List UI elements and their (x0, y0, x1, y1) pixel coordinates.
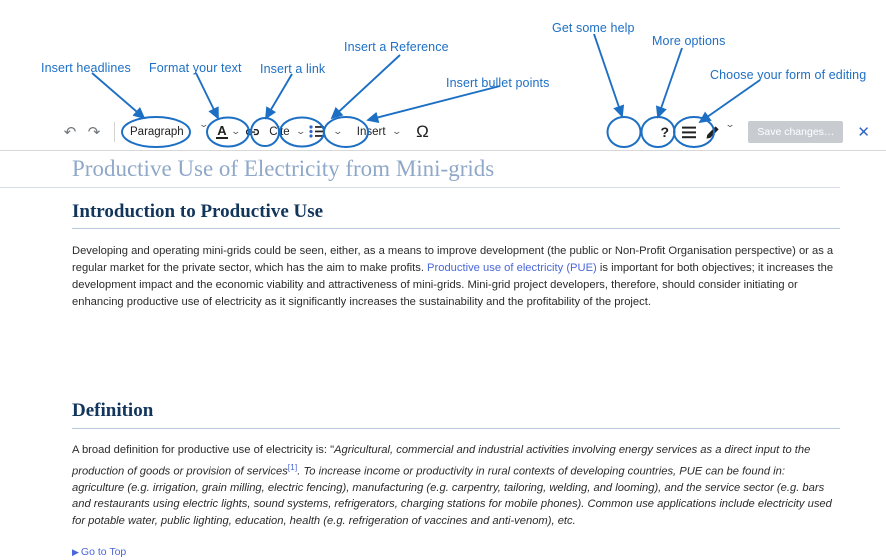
paragraph-introduction: Developing and operating mini-grids coul… (72, 243, 840, 311)
cite-label: Cite (269, 125, 290, 138)
bullet-list-icon (304, 125, 330, 138)
arrow-insert-headlines (91, 72, 146, 120)
more-options-icon[interactable] (677, 120, 701, 144)
toolbar-divider (114, 121, 115, 142)
cite-button[interactable]: Cite ⌄ (266, 119, 306, 145)
section-heading-definition: Definition (72, 399, 840, 430)
chevron-down-icon-text-style: ⌄ (230, 126, 241, 136)
chevron-down-icon-cite: ⌄ (295, 126, 306, 136)
toolbar-left-group: ↶ ↷ Paragraph ⌄ A ⌄ Cite ⌄ ⌄ Insert ⌄ Ω (0, 119, 437, 145)
link-icon[interactable] (239, 119, 266, 145)
save-changes-button[interactable]: Save changes… (748, 121, 844, 143)
chevron-down-icon-insert: ⌄ (391, 126, 402, 136)
annotation-label-insert-headlines: Insert headlines (41, 61, 131, 75)
annotation-label-insert-a-link: Insert a link (260, 62, 326, 76)
hamburger-glyph (681, 126, 696, 138)
arrow-insert-a-reference (330, 54, 401, 120)
chevron-down-icon-paragraph[interactable]: ⌄ (186, 119, 222, 145)
chevron-down-icon-bullet-list: ⌄ (332, 126, 344, 136)
help-icon[interactable]: ? (653, 120, 677, 144)
undo-icon[interactable]: ↶ (58, 119, 82, 145)
annotation-label-more-options: More options (652, 34, 726, 48)
pencil-icon (706, 125, 719, 139)
special-character-icon[interactable]: Ω (408, 119, 437, 145)
annotation-label-choose-form-of-editing: Choose your form of editing (710, 68, 867, 82)
chevron-down-icon-edit-mode[interactable]: ⌄ (722, 119, 744, 145)
bullet-list-button[interactable]: ⌄ (304, 119, 344, 145)
bullet-list-glyph (309, 125, 325, 138)
triangle-right-icon: ▶ (72, 547, 79, 558)
reference-marker[interactable]: [1] (288, 462, 297, 472)
document-content[interactable]: Introduction to Productive Use Developin… (0, 200, 840, 560)
go-to-top-label: Go to Top (80, 546, 127, 559)
arrow-get-some-help (593, 33, 625, 118)
arrow-more-options (655, 47, 683, 119)
page-title: Productive Use of Electricity from Mini-… (0, 151, 840, 188)
section-heading-introduction: Introduction to Productive Use (72, 200, 840, 230)
go-to-top-link[interactable]: ▶ Go to Top (72, 546, 126, 558)
arrow-format-your-text (195, 72, 219, 120)
insert-button[interactable]: Insert ⌄ (354, 119, 402, 145)
annotation-label-get-some-help: Get some help (552, 21, 635, 35)
definition-lead: A broad definition for productive use of… (72, 444, 335, 457)
document-area: Productive Use of Electricity from Mini-… (0, 151, 886, 560)
link-glyph (246, 128, 260, 135)
arrow-insert-a-link (265, 73, 293, 120)
annotation-label-format-your-text: Format your text (149, 61, 242, 75)
insert-label: Insert (356, 125, 386, 138)
editor-toolbar: ↶ ↷ Paragraph ⌄ A ⌄ Cite ⌄ ⌄ Insert ⌄ Ω … (0, 113, 886, 151)
toolbar-right-group: ? ⌄ Save changes… ✕ (653, 113, 886, 151)
paragraph-definition: A broad definition for productive use of… (72, 442, 840, 529)
paragraph-style-button[interactable]: Paragraph (123, 119, 191, 145)
redo-icon[interactable]: ↷ (82, 119, 106, 145)
link-productive-use-of-electricity[interactable]: Productive use of electricity (PUE) (427, 262, 597, 274)
annotation-label-insert-bullet-points: Insert bullet points (446, 76, 550, 90)
close-icon[interactable]: ✕ (843, 123, 886, 141)
annotation-label-insert-a-reference: Insert a Reference (344, 40, 449, 54)
